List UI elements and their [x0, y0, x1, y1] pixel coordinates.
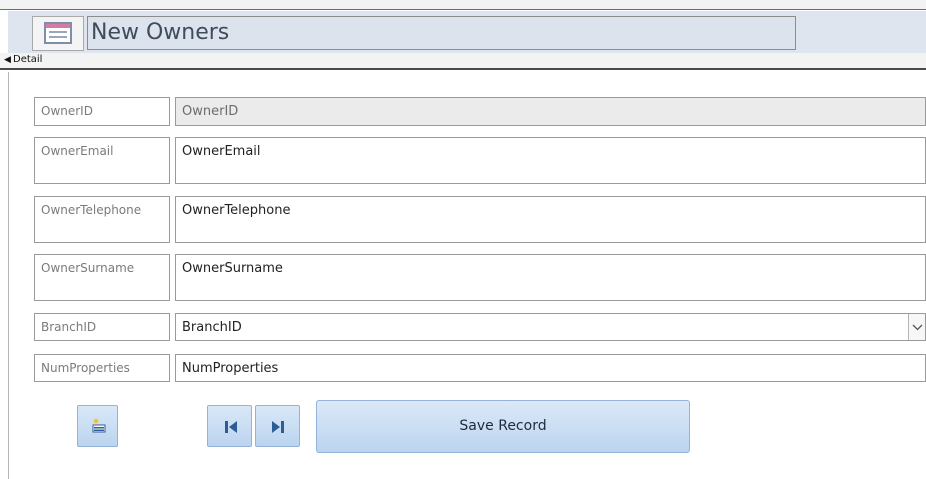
go-to-last-record-button[interactable] — [255, 405, 300, 447]
branch-id-value: BranchID — [182, 320, 242, 335]
new-record-icon — [92, 418, 106, 433]
owner-email-field[interactable]: OwnerEmail — [175, 137, 926, 184]
branch-id-label: BranchID — [34, 313, 170, 341]
new-record-button[interactable] — [77, 405, 118, 447]
go-to-first-record-button[interactable] — [207, 405, 252, 447]
chevron-down-icon — [912, 324, 923, 331]
save-record-button[interactable]: Save Record — [316, 400, 690, 453]
owner-id-label: OwnerID — [34, 97, 170, 126]
go-to-first-icon — [225, 421, 237, 433]
form-icon — [44, 22, 72, 44]
owner-email-label: OwnerEmail — [34, 137, 170, 184]
form-title-text: New Owners — [91, 20, 230, 45]
form-header-section-bar — [0, 0, 926, 10]
owner-surname-label: OwnerSurname — [34, 254, 170, 301]
owner-id-field[interactable]: OwnerID — [175, 97, 926, 126]
branch-id-dropdown-button[interactable] — [908, 314, 925, 340]
num-properties-field[interactable]: NumProperties — [175, 354, 926, 382]
form-title[interactable]: New Owners — [87, 16, 796, 50]
go-to-last-icon — [272, 421, 284, 433]
owner-telephone-field[interactable]: OwnerTelephone — [175, 196, 926, 243]
form-logo[interactable] — [32, 16, 84, 51]
branch-id-combobox[interactable]: BranchID — [175, 313, 926, 341]
owner-surname-field[interactable]: OwnerSurname — [175, 254, 926, 301]
owner-telephone-label: OwnerTelephone — [34, 196, 170, 243]
detail-section-bar[interactable]: ◀ Detail — [0, 53, 926, 70]
num-properties-label: NumProperties — [34, 354, 170, 382]
detail-section-label: Detail — [13, 54, 43, 65]
section-arrow-icon: ◀ — [4, 55, 11, 65]
